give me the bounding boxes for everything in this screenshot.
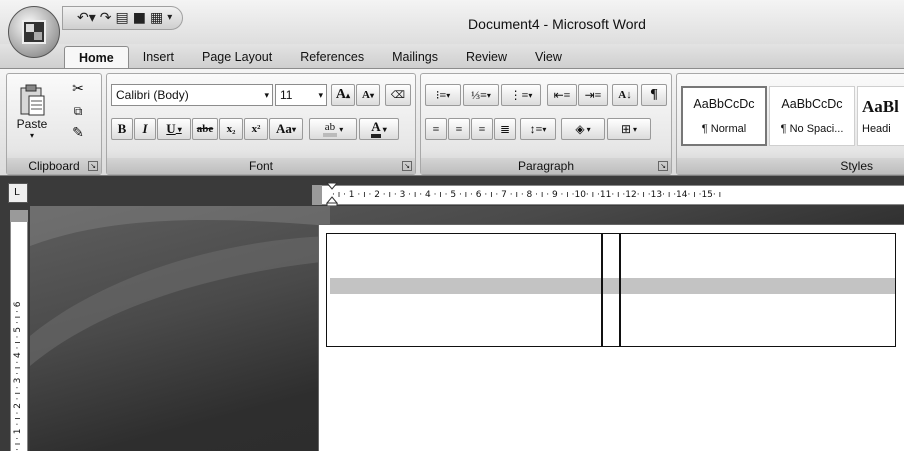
clipboard-group: Paste ▾ ✂ ⧉ ✎ Clipboard ↘: [6, 73, 102, 175]
align-left-icon: ≡: [432, 121, 440, 136]
style-sample: AaBl: [862, 97, 899, 116]
font-launcher-icon[interactable]: ↘: [402, 161, 412, 171]
increase-indent-button[interactable]: ⇥≡: [578, 84, 608, 106]
style-sample: AaBbCcDc: [781, 97, 843, 111]
style-name: ¶ No Spaci...: [780, 123, 844, 135]
style-name: ¶ Normal: [701, 123, 747, 135]
font-color-icon: A: [371, 120, 381, 138]
style-no-spacing[interactable]: AaBbCcDc ¶ No Spaci...: [769, 86, 855, 146]
table-column-border[interactable]: [601, 234, 603, 346]
font-group-label: Font: [107, 158, 415, 174]
window-title: Document4 - Microsoft Word: [468, 16, 646, 32]
grow-font-button[interactable]: A ▴: [331, 84, 355, 106]
tab-selector[interactable]: L: [8, 183, 28, 203]
shading-icon: ◈: [575, 121, 585, 136]
tab-insert[interactable]: Insert: [129, 46, 188, 68]
align-center-icon: ≡: [455, 121, 463, 136]
chevron-down-icon: ▾: [318, 90, 323, 100]
shading-button[interactable]: ◈ ▾: [561, 118, 605, 140]
multilevel-list-icon: ⋮≡: [509, 87, 529, 102]
styles-group: AaBbCcDc ¶ Normal AaBbCcDc ¶ No Spaci...…: [676, 73, 904, 175]
cut-icon[interactable]: ✂: [67, 78, 89, 100]
tab-review[interactable]: Review: [452, 46, 521, 68]
font-color-button[interactable]: A ▾: [359, 118, 399, 140]
shrink-font-button[interactable]: A ▾: [356, 84, 380, 106]
justify-icon: ≣: [499, 121, 511, 136]
borders-icon: ⊞: [620, 121, 632, 136]
office-logo-icon: [22, 20, 46, 44]
bold-button[interactable]: B: [111, 118, 133, 140]
clear-formatting-button[interactable]: ⌫: [385, 84, 411, 106]
font-group: Calibri (Body) ▾ 11 ▾ A ▴ A ▾ ⌫ B I U ▾ abe …: [106, 73, 416, 175]
bullets-button[interactable]: ⁝≡ ▾: [425, 84, 461, 106]
paragraph-group: ⁝≡ ▾ ⅓≡ ▾ ⋮≡ ▾ ⇤≡ ⇥≡ A↓ ¶ ≡ ≡ ≡ ≣ ↕≡ ▾ ◈ ▾ ⊞…: [420, 73, 672, 175]
line-spacing-button[interactable]: ↕≡ ▾: [520, 118, 556, 140]
style-name: Headi: [862, 123, 891, 135]
borders-button[interactable]: ⊞ ▾: [607, 118, 651, 140]
italic-button[interactable]: I: [134, 118, 156, 140]
office-button[interactable]: [8, 6, 60, 58]
underline-button[interactable]: U ▾: [157, 118, 191, 140]
clear-formatting-icon: ⌫: [390, 89, 406, 101]
numbering-icon: ⅓≡: [471, 87, 487, 102]
tab-mailings[interactable]: Mailings: [378, 46, 452, 68]
sort-icon: A↓: [618, 89, 632, 101]
sort-button[interactable]: A↓: [612, 84, 638, 106]
paste-button[interactable]: Paste ▾: [11, 78, 53, 144]
style-normal[interactable]: AaBbCcDc ¶ Normal: [681, 86, 767, 146]
paragraph-launcher-icon[interactable]: ↘: [658, 161, 668, 171]
line-spacing-icon: ↕≡: [529, 121, 543, 136]
background-swoosh: [30, 206, 330, 366]
superscript-button[interactable]: x²: [244, 118, 268, 140]
highlight-icon: ab: [322, 121, 338, 137]
align-center-button[interactable]: ≡: [448, 118, 470, 140]
highlight-button[interactable]: ab ▾: [309, 118, 357, 140]
style-heading[interactable]: AaBl Headi: [857, 86, 904, 146]
font-size-combo[interactable]: 11 ▾: [275, 84, 327, 106]
title-bar: ↶▾ ↷ ▤ ■ ▦ ▾ Document4 - Microsoft Word: [0, 0, 904, 44]
clipboard-launcher-icon[interactable]: ↘: [88, 161, 98, 171]
copy-icon[interactable]: ⧉: [67, 100, 89, 122]
change-case-button[interactable]: Aa ▾: [269, 118, 303, 140]
table-column-border[interactable]: [619, 234, 621, 346]
tab-references[interactable]: References: [286, 46, 378, 68]
font-family-value: Calibri (Body): [116, 88, 189, 102]
numbering-button[interactable]: ⅓≡ ▾: [463, 84, 499, 106]
font-family-combo[interactable]: Calibri (Body) ▾: [111, 84, 273, 106]
strikethrough-button[interactable]: abe: [192, 118, 218, 140]
align-left-button[interactable]: ≡: [425, 118, 447, 140]
horizontal-ruler[interactable]: · ı · 1 · ı · 2 · ı · 3 · ı · 4 · ı · 5 …: [322, 185, 904, 205]
align-right-icon: ≡: [478, 121, 486, 136]
align-right-button[interactable]: ≡: [471, 118, 493, 140]
justify-button[interactable]: ≣: [494, 118, 516, 140]
tab-page-layout[interactable]: Page Layout: [188, 46, 286, 68]
decrease-indent-button[interactable]: ⇤≡: [547, 84, 577, 106]
styles-group-label: Styles: [677, 158, 904, 174]
format-painter-icon[interactable]: ✎: [67, 122, 89, 144]
style-sample: AaBbCcDc: [693, 97, 755, 111]
ribbon-tabs: Home Insert Page Layout References Maili…: [0, 44, 904, 68]
vertical-ruler[interactable]: · ı · 1 · ı · 2 · ı · 3 · ı · 4 · ı · 5 …: [10, 222, 28, 451]
increase-indent-icon: ⇥≡: [584, 87, 602, 102]
show-formatting-button[interactable]: ¶: [641, 84, 667, 106]
bullets-icon: ⁝≡: [435, 87, 447, 102]
paste-icon: [20, 84, 45, 115]
decrease-indent-icon: ⇤≡: [553, 87, 571, 102]
paragraph-group-label: Paragraph: [421, 158, 671, 174]
tab-view[interactable]: View: [521, 46, 576, 68]
clipboard-group-label: Clipboard: [7, 158, 101, 174]
indent-marker-icon[interactable]: [326, 182, 338, 206]
font-size-value: 11: [280, 88, 293, 102]
subscript-button[interactable]: x₂: [219, 118, 243, 140]
multilevel-list-button[interactable]: ⋮≡ ▾: [501, 84, 541, 106]
chevron-down-icon: ▾: [264, 90, 269, 100]
ribbon: Paste ▾ ✂ ⧉ ✎ Clipboard ↘ Calibri (Body)…: [0, 68, 904, 176]
paste-label: Paste: [16, 116, 48, 131]
tab-home[interactable]: Home: [64, 46, 129, 68]
document-table[interactable]: [326, 233, 896, 347]
